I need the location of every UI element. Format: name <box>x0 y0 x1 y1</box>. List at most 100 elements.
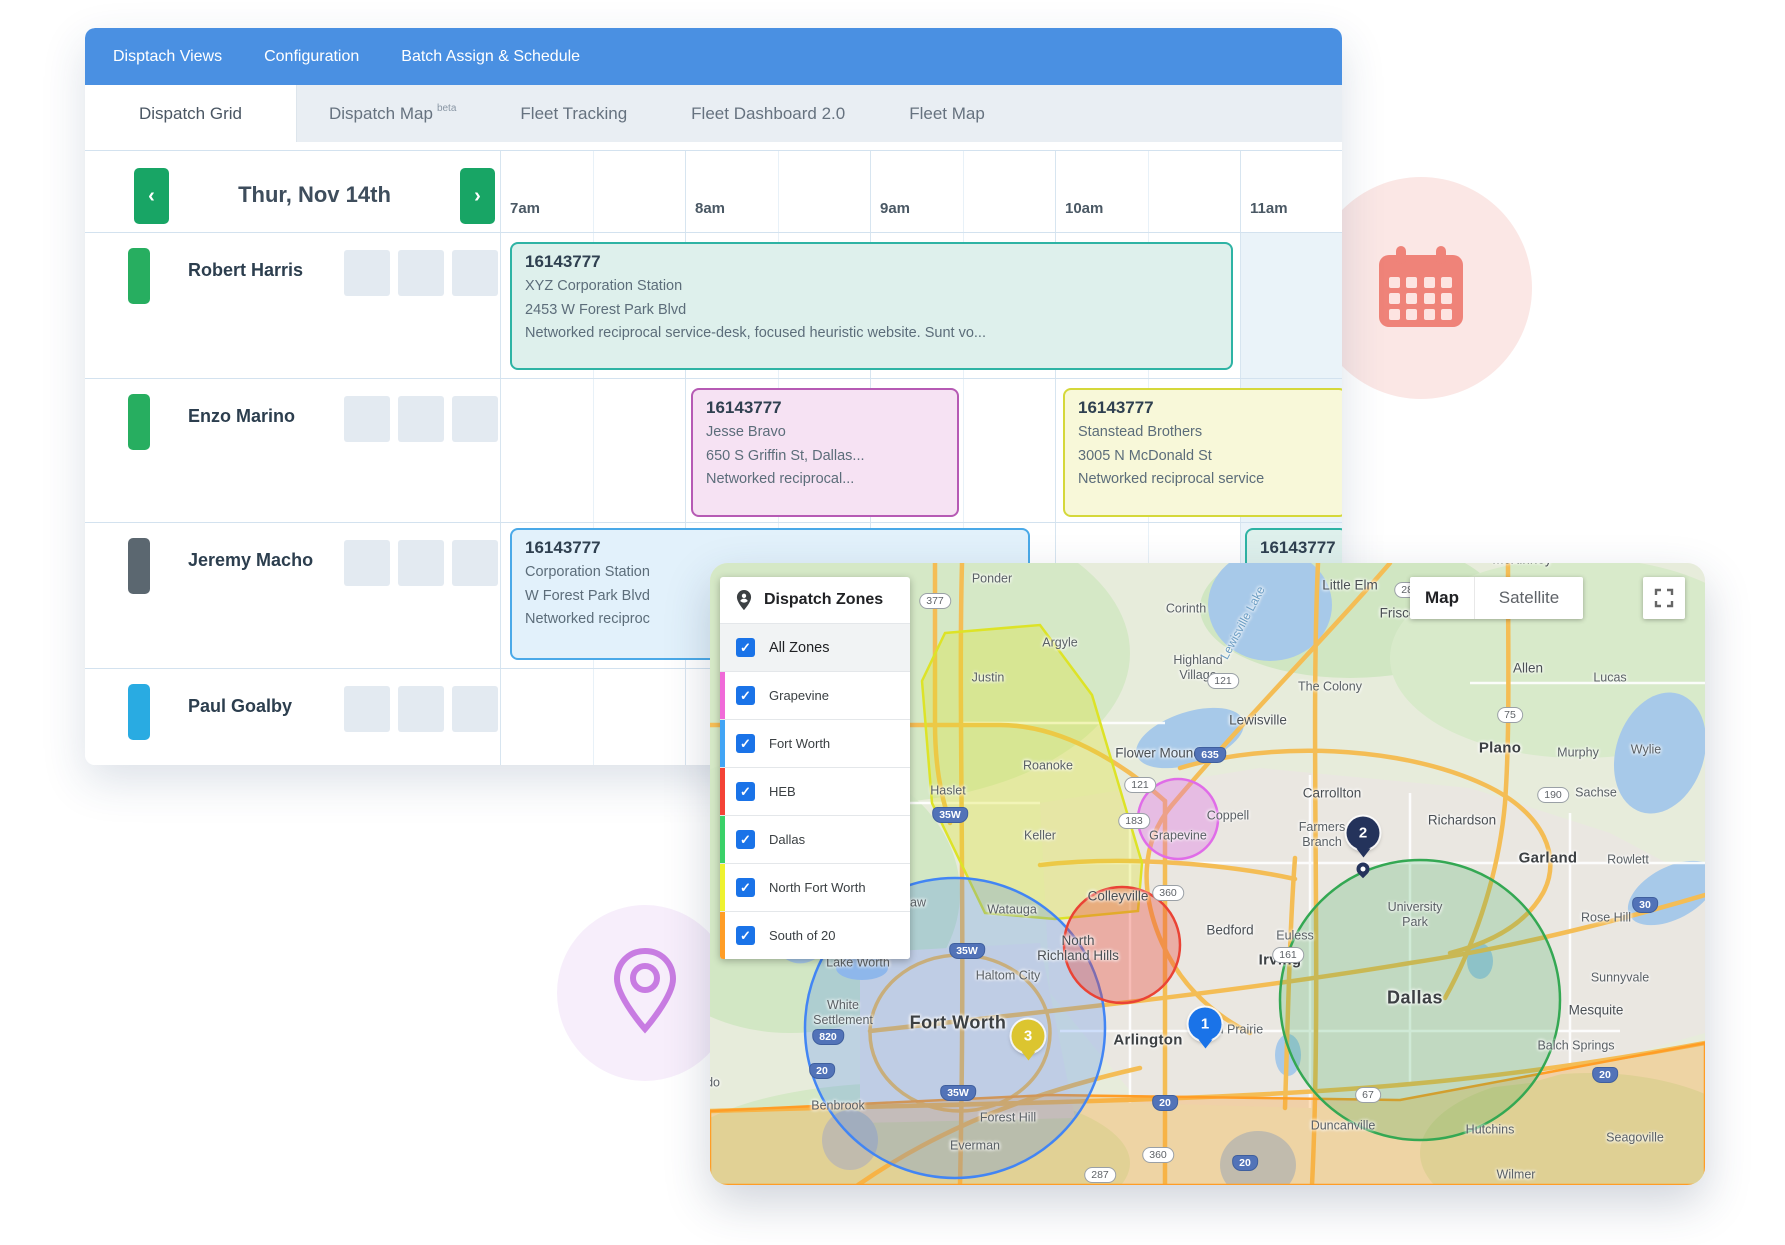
tab-fleet-dashboard-2-0[interactable]: Fleet Dashboard 2.0 <box>659 85 877 142</box>
zone-checkbox[interactable] <box>736 638 755 657</box>
tab-fleet-tracking[interactable]: Fleet Tracking <box>488 85 659 142</box>
row-divider <box>85 522 1342 523</box>
map-marker-2[interactable]: 2 <box>1347 817 1380 876</box>
route-shield-35w: 35W <box>932 807 968 823</box>
status-bar <box>128 248 150 304</box>
placeholder-box <box>344 396 390 442</box>
event-id: 16143777 <box>1078 398 1332 418</box>
menu-item-configuration[interactable]: Configuration <box>264 48 359 66</box>
route-shield-360: 360 <box>1152 885 1184 901</box>
zone-label: South of 20 <box>769 928 836 943</box>
zone-color-bar <box>720 672 725 719</box>
status-bar <box>128 394 150 450</box>
event-card[interactable]: 16143777XYZ Corporation Station2453 W Fo… <box>510 242 1233 370</box>
dispatch-zones-panel: Dispatch Zones All Zones Grapevine Fort Wo… <box>720 577 910 959</box>
event-line: 3005 N McDonald St <box>1078 445 1332 469</box>
route-shield-377: 377 <box>919 593 951 609</box>
zone-row-heb[interactable]: HEB <box>720 767 910 815</box>
route-shield-20: 20 <box>1592 1067 1618 1083</box>
fullscreen-button[interactable] <box>1643 577 1685 619</box>
route-shield-75: 75 <box>1497 707 1523 723</box>
zone-row-north-fort-worth[interactable]: North Fort Worth <box>720 863 910 911</box>
map-marker-1[interactable]: 1 <box>1189 1008 1222 1049</box>
tab-dispatch-grid[interactable]: Dispatch Grid <box>85 85 297 142</box>
zone-color-bar <box>720 768 725 815</box>
event-id: 16143777 <box>525 538 1015 558</box>
marker-tail <box>1198 1040 1212 1049</box>
placeholder-box <box>452 250 498 296</box>
event-id: 16143777 <box>1260 538 1333 558</box>
tab-label: Dispatch Map <box>329 104 433 124</box>
beta-badge: beta <box>437 103 456 114</box>
zone-color-bar <box>720 864 725 911</box>
menu-item-batch-assign-schedule[interactable]: Batch Assign & Schedule <box>401 48 580 66</box>
event-id: 16143777 <box>525 252 1218 272</box>
route-shield-35w: 35W <box>949 943 985 959</box>
map-panel[interactable]: PonderCorinthLittle ElmFriscoMcKinneyArg… <box>710 563 1705 1185</box>
event-line: 2453 W Forest Park Blvd <box>525 299 1218 323</box>
zone-label: HEB <box>769 784 796 799</box>
row-divider <box>85 232 1342 233</box>
placeholder-box <box>398 540 444 586</box>
marker-tail <box>1356 849 1370 858</box>
satellite-view-button[interactable]: Satellite <box>1475 577 1583 619</box>
tab-label: Dispatch Grid <box>139 104 242 124</box>
route-shield-20: 20 <box>1232 1155 1258 1171</box>
next-day-button[interactable]: › <box>460 168 495 224</box>
route-shield-360: 360 <box>1142 1147 1174 1163</box>
menubar: Disptach Views Configuration Batch Assign … <box>85 28 1342 85</box>
route-shield-20: 20 <box>809 1063 835 1079</box>
zone-shape-heb <box>1064 887 1180 1003</box>
tab-label: Fleet Dashboard 2.0 <box>691 104 845 124</box>
route-shield-121: 121 <box>1207 673 1239 689</box>
event-card[interactable]: 16143777Jesse Bravo650 S Griffin St, Dal… <box>691 388 959 517</box>
tab-fleet-map[interactable]: Fleet Map <box>877 85 1017 142</box>
route-shield-121: 121 <box>1124 777 1156 793</box>
zone-checkbox[interactable] <box>736 830 755 849</box>
tab-dispatch-map[interactable]: Dispatch Map beta <box>297 85 488 142</box>
placeholder-box <box>452 540 498 586</box>
menu-item-disptach-views[interactable]: Disptach Views <box>113 48 222 66</box>
route-shield-67: 67 <box>1355 1087 1381 1103</box>
zone-row-fort-worth[interactable]: Fort Worth <box>720 719 910 767</box>
driver-name: Robert Harris <box>188 260 303 281</box>
zone-checkbox[interactable] <box>736 926 755 945</box>
map-type-control: Map Satellite <box>1410 577 1583 619</box>
prev-day-button[interactable]: ‹ <box>134 168 169 224</box>
zone-row-south-of-20[interactable]: South of 20 <box>720 911 910 959</box>
zone-checkbox[interactable] <box>736 878 755 897</box>
zone-label: Grapevine <box>769 688 829 703</box>
placeholder-box <box>344 540 390 586</box>
map-view-button[interactable]: Map <box>1410 577 1475 619</box>
event-line: Networked reciprocal service <box>1078 468 1332 492</box>
map-marker-3[interactable]: 3 <box>1012 1020 1045 1061</box>
route-shield-30: 30 <box>1632 897 1658 913</box>
driver-name: Jeremy Macho <box>188 550 313 571</box>
status-bar <box>128 684 150 740</box>
zone-row-grapevine[interactable]: Grapevine <box>720 671 910 719</box>
person-pin-icon <box>734 589 754 611</box>
time-label: 9am <box>880 200 910 217</box>
zone-row-dallas[interactable]: Dallas <box>720 815 910 863</box>
marker-tail <box>1021 1052 1035 1061</box>
placeholder-box <box>452 396 498 442</box>
event-line: Stanstead Brothers <box>1078 421 1332 445</box>
event-card[interactable]: 16143777 Stanstead Brothers3005 N McDonal… <box>1063 388 1342 517</box>
dispatch-zones-title: Dispatch Zones <box>764 591 883 609</box>
decor-purple-circle <box>557 905 733 1081</box>
zone-color-bar <box>720 912 725 959</box>
zone-row-all-zones[interactable]: All Zones <box>720 623 910 671</box>
tab-label: Fleet Tracking <box>520 104 627 124</box>
zone-color-bar <box>720 816 725 863</box>
tab-label: Fleet Map <box>909 104 985 124</box>
placeholder-box <box>344 250 390 296</box>
small-pin-icon <box>1354 860 1372 878</box>
fullscreen-icon <box>1654 588 1674 608</box>
zone-shape-dallas <box>1280 860 1560 1140</box>
zone-checkbox[interactable] <box>736 782 755 801</box>
zone-checkbox[interactable] <box>736 686 755 705</box>
zone-checkbox[interactable] <box>736 734 755 753</box>
route-shield-183: 183 <box>1118 813 1150 829</box>
route-shield-161: 161 <box>1272 947 1304 963</box>
zone-label: Fort Worth <box>769 736 830 751</box>
